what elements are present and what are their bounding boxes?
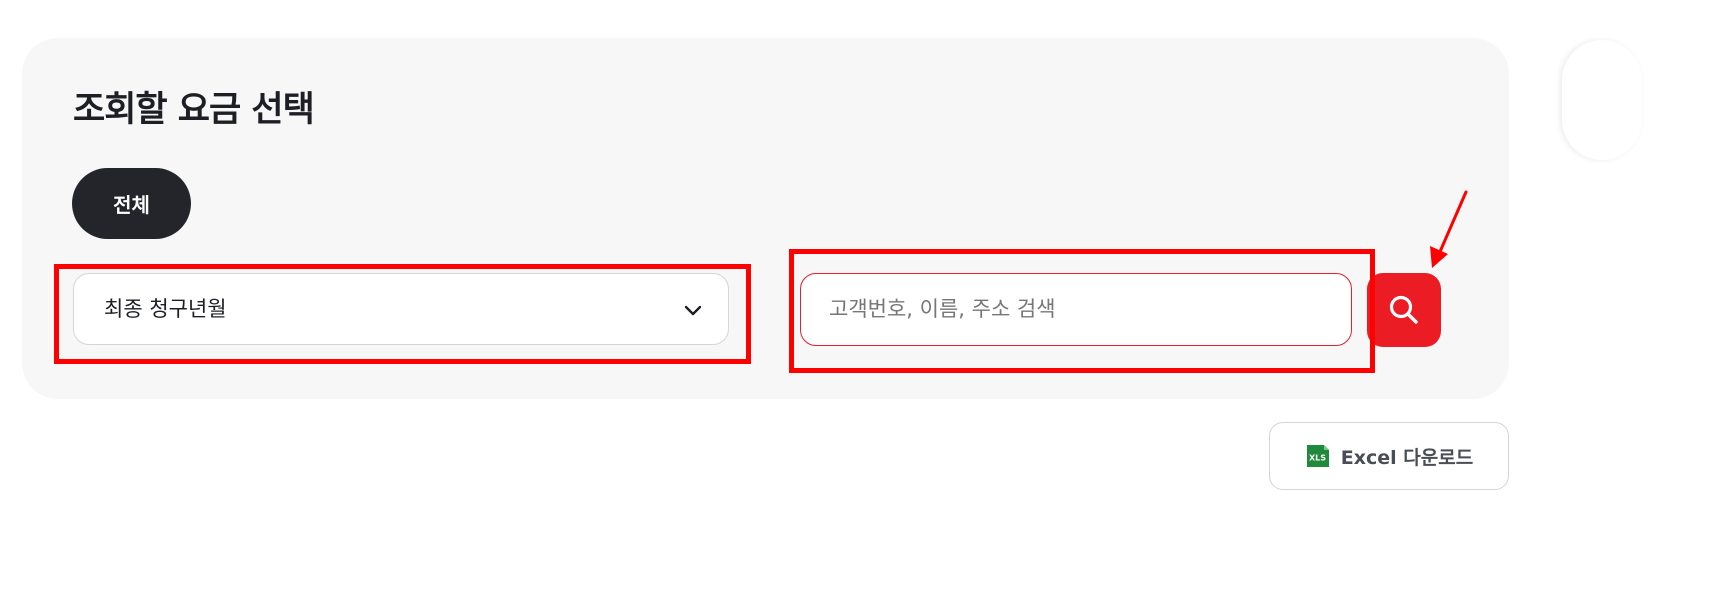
billing-period-select[interactable]: 최종 청구년월 [73, 273, 729, 345]
excel-file-icon: XLS [1306, 445, 1329, 467]
filter-chip-label: 전체 [113, 193, 150, 217]
page: 조회할 요금 선택 전체 최종 청구년월 XLS Excel 다운로드 [0, 0, 1711, 603]
filter-chip-all[interactable]: 전체 [72, 168, 191, 239]
search-button[interactable] [1367, 273, 1441, 347]
excel-download-label: Excel 다운로드 [1340, 446, 1474, 469]
search-icon [1389, 295, 1418, 324]
billing-period-selected-value: 최종 청구년월 [104, 297, 227, 321]
chevron-down-icon [684, 305, 702, 316]
excel-icon-text: XLS [1309, 454, 1326, 463]
customer-search-field[interactable] [800, 273, 1352, 346]
panel-title: 조회할 요금 선택 [73, 90, 315, 130]
excel-download-button[interactable]: XLS Excel 다운로드 [1269, 422, 1509, 490]
customer-search-input[interactable] [829, 274, 1329, 344]
side-floating-card [1562, 40, 1642, 160]
